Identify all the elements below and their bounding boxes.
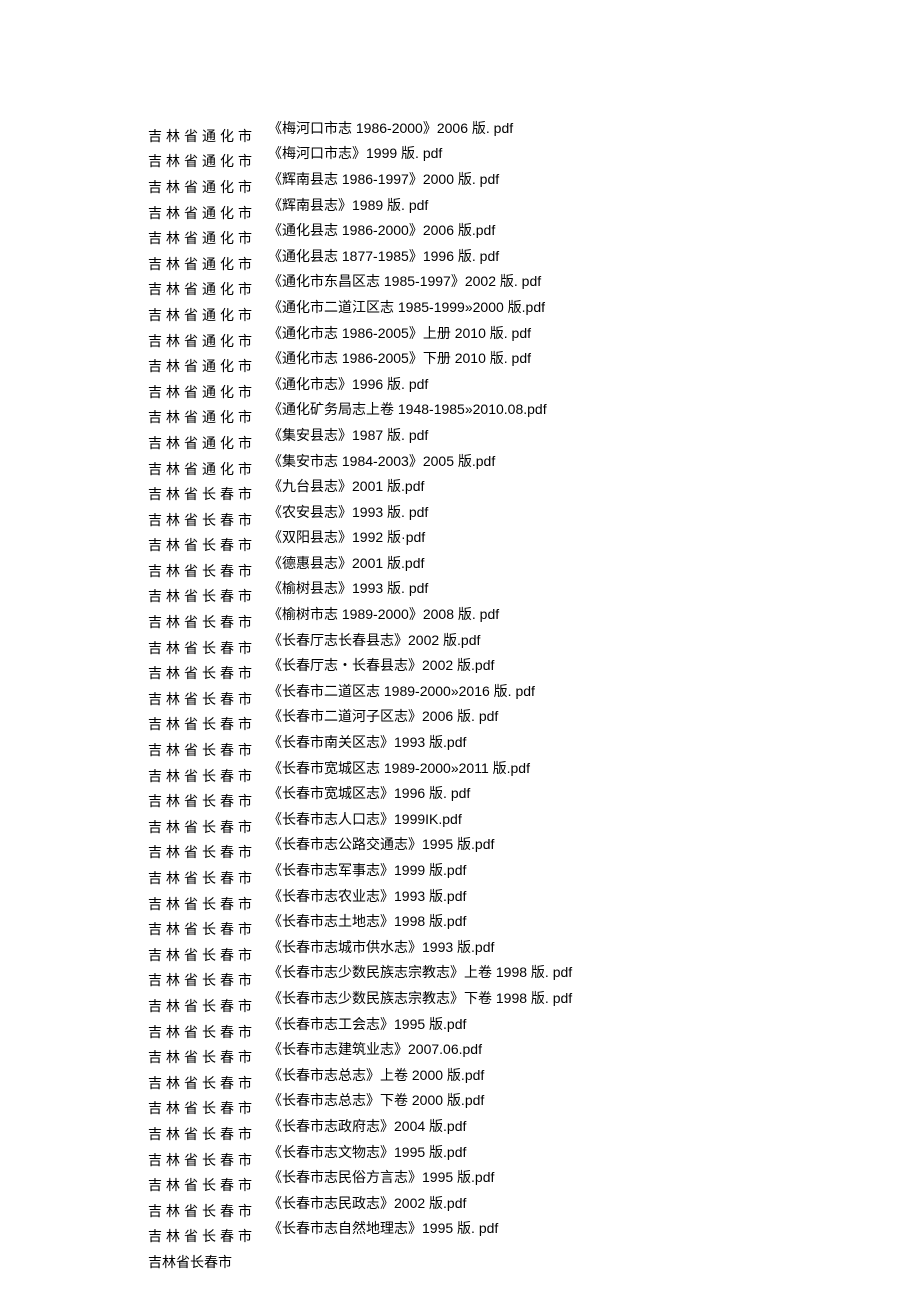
title-cell: 《长春市志总志》下卷 2000 版.pdf (268, 1088, 572, 1114)
title-column: 《梅河口市志 1986-2000》2006 版. pdf《梅河口市志》1999 … (268, 115, 572, 1267)
title-cell: 《通化矿务局志上卷 1948-1985»2010.08.pdf (268, 397, 572, 423)
region-cell: 吉林省长春市 (148, 609, 268, 635)
region-cell: 吉林省长春市 (148, 660, 268, 686)
region-cell: 吉林省长春市 (148, 1224, 268, 1250)
title-cell: 《长春市二道河子区志》2006 版. pdf (268, 704, 572, 730)
title-cell: 《长春市志农业志》1993 版.pdf (268, 883, 572, 909)
region-cell: 吉林省长春市 (148, 1019, 268, 1045)
title-cell: 《通化县志 1877-1985》1996 版. pdf (268, 243, 572, 269)
title-cell: 《通化市志 1986-2005》上册 2010 版. pdf (268, 320, 572, 346)
region-cell: 吉林省长春市 (148, 584, 268, 610)
title-cell: 《通化市东昌区志 1985-1997》2002 版. pdf (268, 269, 572, 295)
title-cell: 《农安县志》1993 版. pdf (268, 499, 572, 525)
title-cell: 《长春市志民政志》2002 版.pdf (268, 1190, 572, 1216)
region-cell: 吉林省通化市 (148, 277, 268, 303)
title-cell: 《长春市志总志》上卷 2000 版.pdf (268, 1062, 572, 1088)
title-cell: 《通化县志 1986-2000》2006 版.pdf (268, 217, 572, 243)
region-cell: 吉林省长春市 (148, 558, 268, 584)
region-cell: 吉林省长春市 (148, 1096, 268, 1122)
region-cell: 吉林省长春市 (148, 712, 268, 738)
region-cell: 吉林省长春市 (148, 1249, 268, 1275)
region-cell: 吉林省长春市 (148, 507, 268, 533)
region-cell: 吉林省长春市 (148, 865, 268, 891)
region-cell: 吉林省通化市 (148, 225, 268, 251)
title-cell: 《长春市志自然地理志》1995 版. pdf (268, 1216, 572, 1242)
region-cell: 吉林省长春市 (148, 1172, 268, 1198)
title-cell: 《长春市志土地志》1998 版.pdf (268, 908, 572, 934)
title-cell (268, 1241, 572, 1267)
two-column-layout: 吉林省通化市吉林省通化市吉林省通化市吉林省通化市吉林省通化市吉林省通化市吉林省通… (148, 115, 920, 1275)
title-cell: 《长春市志城市供水志》1993 版.pdf (268, 934, 572, 960)
region-cell: 吉林省通化市 (148, 379, 268, 405)
title-cell: 《长春市志政府志》2004 版.pdf (268, 1113, 572, 1139)
region-cell: 吉林省通化市 (148, 430, 268, 456)
title-cell: 《长春市南关区志》1993 版.pdf (268, 729, 572, 755)
region-cell: 吉林省通化市 (148, 200, 268, 226)
title-cell: 《长春市宽城区志 1989-2000»2011 版.pdf (268, 755, 572, 781)
title-cell: 《梅河口市志 1986-2000》2006 版. pdf (268, 115, 572, 141)
region-cell: 吉林省长春市 (148, 993, 268, 1019)
region-cell: 吉林省通化市 (148, 405, 268, 431)
region-cell: 吉林省长春市 (148, 916, 268, 942)
region-cell: 吉林省通化市 (148, 251, 268, 277)
title-cell: 《辉南县志》1989 版. pdf (268, 192, 572, 218)
title-cell: 《长春市志公路交通志》1995 版.pdf (268, 832, 572, 858)
title-cell: 《通化市志 1986-2005》下册 2010 版. pdf (268, 345, 572, 371)
region-cell: 吉林省长春市 (148, 1121, 268, 1147)
title-cell: 《梅河口市志》1999 版. pdf (268, 141, 572, 167)
region-cell: 吉林省通化市 (148, 456, 268, 482)
title-cell: 《长春市志民俗方言志》1995 版.pdf (268, 1164, 572, 1190)
region-cell: 吉林省通化市 (148, 149, 268, 175)
title-cell: 《长春市志建筑业志》2007.06.pdf (268, 1036, 572, 1062)
region-cell: 吉林省通化市 (148, 174, 268, 200)
title-cell: 《长春市志军事志》1999 版.pdf (268, 857, 572, 883)
region-cell: 吉林省长春市 (148, 686, 268, 712)
region-column: 吉林省通化市吉林省通化市吉林省通化市吉林省通化市吉林省通化市吉林省通化市吉林省通… (148, 115, 268, 1275)
title-cell: 《长春市宽城区志》1996 版. pdf (268, 780, 572, 806)
title-cell: 《长春市志少数民族志宗教志》上卷 1998 版. pdf (268, 960, 572, 986)
title-cell: 《长春市二道区志 1989-2000»2016 版. pdf (268, 678, 572, 704)
region-cell: 吉林省通化市 (148, 123, 268, 149)
region-cell: 吉林省通化市 (148, 302, 268, 328)
region-cell: 吉林省长春市 (148, 763, 268, 789)
region-cell: 吉林省通化市 (148, 353, 268, 379)
title-cell: 《通化市志》1996 版. pdf (268, 371, 572, 397)
title-cell: 《长春市志少数民族志宗教志》下卷 1998 版. pdf (268, 985, 572, 1011)
title-cell: 《长春厅志・长春县志》2002 版.pdf (268, 652, 572, 678)
title-cell: 《长春市志文物志》1995 版.pdf (268, 1139, 572, 1165)
title-cell: 《榆树市志 1989-2000》2008 版. pdf (268, 601, 572, 627)
region-cell: 吉林省长春市 (148, 840, 268, 866)
region-cell: 吉林省长春市 (148, 737, 268, 763)
title-cell: 《长春厅志长春县志》2002 版.pdf (268, 627, 572, 653)
region-cell: 吉林省长春市 (148, 635, 268, 661)
title-cell: 《九台县志》2001 版.pdf (268, 473, 572, 499)
region-cell: 吉林省长春市 (148, 1070, 268, 1096)
title-cell: 《榆树县志》1993 版. pdf (268, 576, 572, 602)
region-cell: 吉林省长春市 (148, 968, 268, 994)
title-cell: 《德惠县志》2001 版.pdf (268, 550, 572, 576)
region-cell: 吉林省长春市 (148, 1198, 268, 1224)
title-cell: 《长春市志人口志》1999IK.pdf (268, 806, 572, 832)
title-cell: 《集安市志 1984-2003》2005 版.pdf (268, 448, 572, 474)
region-cell: 吉林省长春市 (148, 1147, 268, 1173)
title-cell: 《长春市志工会志》1995 版.pdf (268, 1011, 572, 1037)
document-page: 吉林省通化市吉林省通化市吉林省通化市吉林省通化市吉林省通化市吉林省通化市吉林省通… (0, 0, 920, 1275)
region-cell: 吉林省长春市 (148, 788, 268, 814)
title-cell: 《双阳县志》1992 版·pdf (268, 525, 572, 551)
region-cell: 吉林省通化市 (148, 328, 268, 354)
region-cell: 吉林省长春市 (148, 533, 268, 559)
region-cell: 吉林省长春市 (148, 481, 268, 507)
region-cell: 吉林省长春市 (148, 942, 268, 968)
title-cell: 《集安县志》1987 版. pdf (268, 422, 572, 448)
region-cell: 吉林省长春市 (148, 814, 268, 840)
title-cell: 《通化市二道江区志 1985-1999»2000 版.pdf (268, 294, 572, 320)
title-cell: 《辉南县志 1986-1997》2000 版. pdf (268, 166, 572, 192)
region-cell: 吉林省长春市 (148, 1044, 268, 1070)
region-cell: 吉林省长春市 (148, 891, 268, 917)
